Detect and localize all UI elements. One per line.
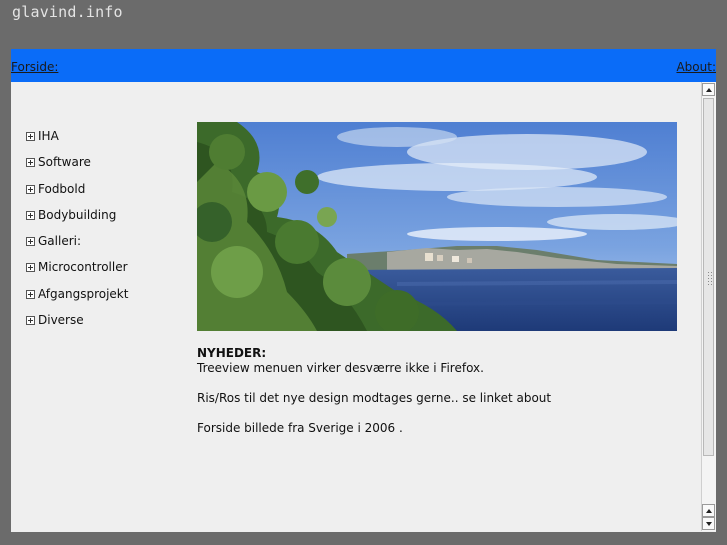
- scroll-up-arrow-icon[interactable]: [702, 83, 715, 96]
- tree-item-iha[interactable]: IHA: [26, 129, 128, 155]
- tree-item-label[interactable]: Bodybuilding: [38, 208, 116, 222]
- news-heading: NYHEDER:: [197, 346, 267, 360]
- tree-item-diverse[interactable]: Diverse: [26, 313, 128, 339]
- nav-link-forside[interactable]: Forside:: [11, 60, 58, 74]
- tree-item-label[interactable]: Afgangsprojekt: [38, 287, 128, 301]
- tree-menu: IHA Software Fodbold Bodybuilding Galler…: [26, 129, 128, 339]
- tree-item-fodbold[interactable]: Fodbold: [26, 182, 128, 208]
- scrollbar-thumb[interactable]: [703, 98, 714, 456]
- scroll-up-arrow-icon[interactable]: [702, 504, 715, 517]
- coastline-photo-image: [197, 122, 677, 331]
- expand-plus-icon[interactable]: [26, 132, 35, 141]
- nav-link-about[interactable]: About:: [676, 60, 716, 74]
- content-frame: IHA Software Fodbold Bodybuilding Galler…: [11, 82, 716, 532]
- top-nav-bar: Forside: About:: [11, 49, 716, 82]
- expand-plus-icon[interactable]: [26, 263, 35, 273]
- vertical-scrollbar[interactable]: [701, 82, 716, 531]
- tree-item-label[interactable]: Software: [38, 155, 91, 169]
- tree-item-label[interactable]: Diverse: [38, 313, 84, 327]
- tree-item-microcontroller[interactable]: Microcontroller: [26, 260, 128, 286]
- header-photo: [197, 122, 677, 331]
- news-line-feedback: Ris/Ros til det nye design modtages gern…: [197, 391, 552, 405]
- expand-plus-icon[interactable]: [26, 289, 35, 299]
- news-line-photo: Forside billede fra Sverige i 2006 .: [197, 421, 403, 435]
- site-title: glavind.info: [12, 3, 123, 21]
- tree-item-label[interactable]: IHA: [38, 129, 59, 143]
- expand-plus-icon[interactable]: [26, 210, 35, 220]
- news-section: NYHEDER: Treeview menuen virker desværre…: [197, 346, 687, 436]
- news-line-firefox: Treeview menuen virker desværre ikke i F…: [197, 361, 484, 375]
- scroll-down-arrow-icon[interactable]: [702, 517, 715, 530]
- expand-plus-icon[interactable]: [26, 158, 35, 168]
- tree-item-software[interactable]: Software: [26, 155, 128, 181]
- tree-item-label[interactable]: Fodbold: [38, 182, 85, 196]
- tree-item-afgangsprojekt[interactable]: Afgangsprojekt: [26, 287, 128, 313]
- grip-icon: [707, 271, 712, 285]
- tree-item-bodybuilding[interactable]: Bodybuilding: [26, 208, 128, 234]
- expand-plus-icon[interactable]: [26, 237, 35, 247]
- expand-plus-icon[interactable]: [26, 184, 35, 194]
- expand-plus-icon[interactable]: [26, 316, 35, 326]
- tree-item-label[interactable]: Microcontroller: [38, 260, 128, 274]
- tree-item-galleri[interactable]: Galleri:: [26, 234, 128, 260]
- tree-item-label[interactable]: Galleri:: [38, 234, 81, 248]
